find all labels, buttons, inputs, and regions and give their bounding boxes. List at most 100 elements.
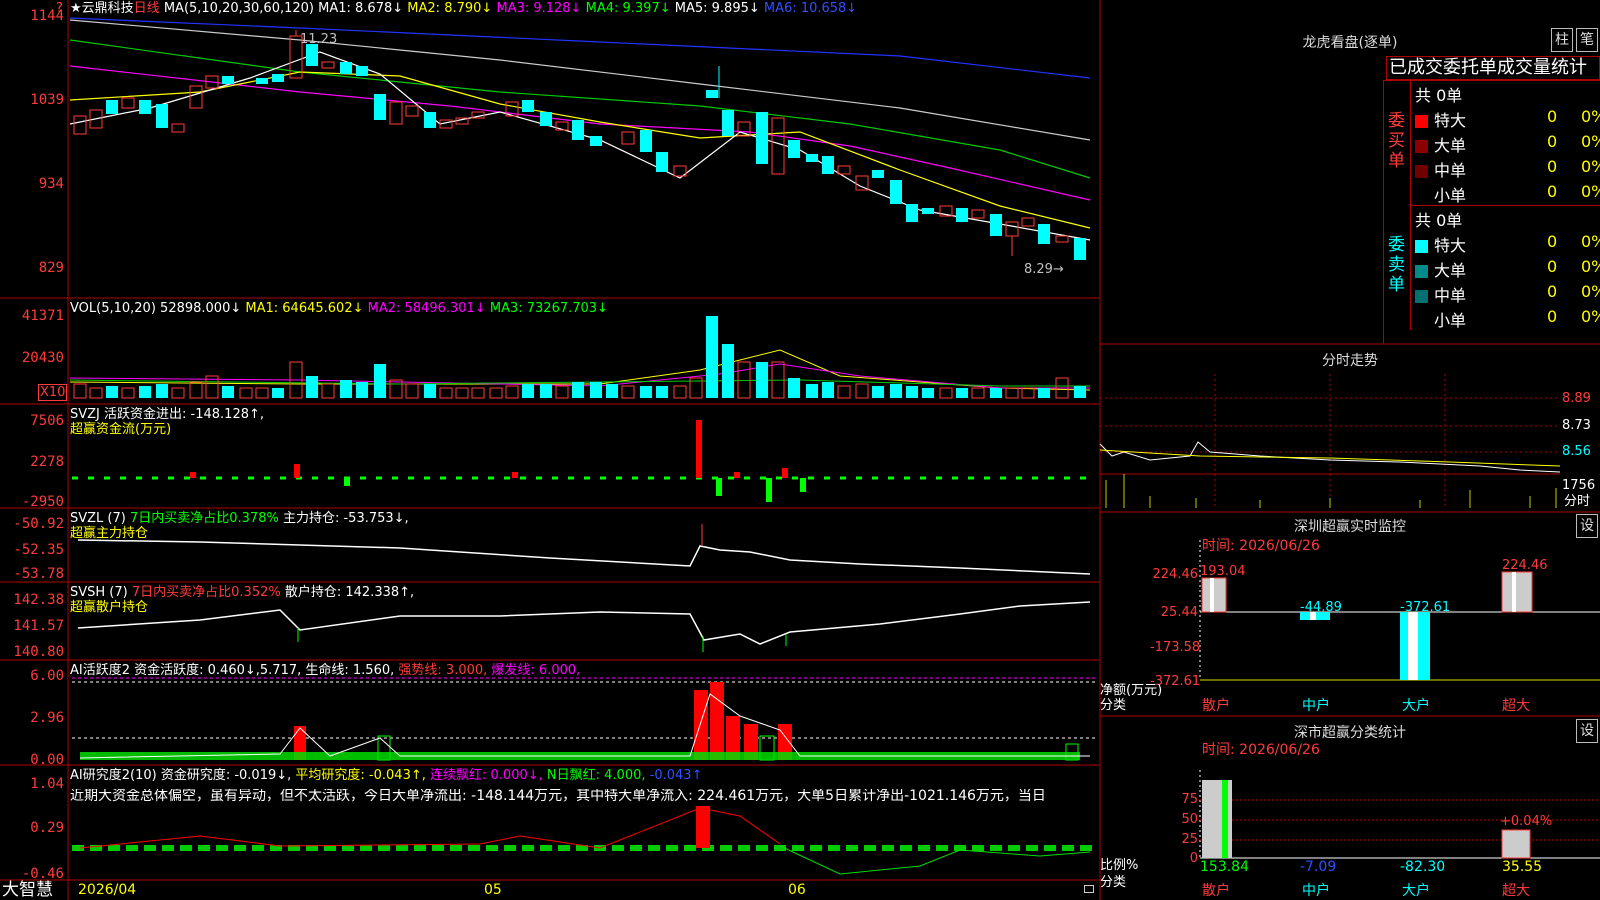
sz-monitor-tick: 25.44 [1160, 605, 1198, 620]
svzl-axis-tick: -52.35 [13, 542, 64, 558]
svsh-header: SVSH (7) 7日内买卖净占比0.352% 散户持仓: 142.338↑, [70, 585, 414, 600]
intraday-title[interactable]: 分时走势 [1250, 350, 1450, 370]
buy-row-xl: 特大00% [1415, 107, 1600, 131]
ma3-value: MA3: 9.128↓ [496, 1, 582, 16]
ma1-value: MA1: 8.678↓ [318, 1, 404, 16]
color-swatch [1415, 190, 1428, 203]
color-swatch [1415, 315, 1428, 328]
ai-research-label[interactable]: AI研究度2(10) [70, 768, 157, 783]
sz-bar-label: 散户 [1202, 698, 1230, 714]
svzj-axis-tick: 7506 [30, 413, 64, 429]
favorite-star-icon[interactable]: ★ [70, 1, 82, 16]
ai-active-axis-tick: 6.00 [30, 668, 64, 684]
price-axis-tick: 1039 [30, 92, 64, 108]
price-axis-tick: 934 [38, 176, 64, 192]
sz-class-ylabel: 比例% [1100, 858, 1139, 873]
svsh-label[interactable]: SVSH (7) [70, 585, 128, 600]
vol-label[interactable]: VOL(5,10,20) [70, 301, 156, 316]
svzl-label[interactable]: SVZL (7) [70, 511, 126, 526]
sz-bar-label: 超大 [1502, 698, 1530, 714]
color-swatch [1415, 290, 1428, 303]
intraday-plot [1099, 374, 1561, 508]
intraday-tick: 8.56 [1562, 444, 1591, 459]
ai-active-label[interactable]: AI活跃度2 [70, 663, 130, 678]
svzl-header: SVZL (7) 7日内买卖净占比0.378% 主力持仓: -53.753↓, [70, 511, 409, 526]
color-swatch [1415, 265, 1428, 278]
sz-class-bar-label: 散户 [1202, 883, 1230, 899]
buy-side-label: 委买单 [1388, 111, 1405, 171]
vol-unit-label: X10 [38, 384, 68, 401]
ai-avg-research: 平均研究度: -0.043↑, [295, 768, 426, 783]
sz-class-settings-button[interactable]: 设 [1576, 719, 1598, 743]
sz-monitor-tick: -173.58 [1150, 640, 1201, 655]
low-price-label: 8.29→ [1024, 262, 1064, 277]
sz-bar-value: 193.04 [1200, 564, 1246, 579]
sz-class-time: 时间: 2026/06/26 [1202, 742, 1320, 758]
sz-bar-value: -44.89 [1300, 600, 1342, 615]
svsh-axis-tick: 142.38 [13, 592, 64, 608]
ai-active-bars [72, 677, 1095, 761]
intraday-tick: 8.89 [1562, 391, 1591, 406]
order-stats-box: 委买单 共 0单 特大00% 大单00% 中单00% 小单00% 委卖单 共 0… [1383, 80, 1600, 343]
svzl-subtitle: 超赢主力持仓 [70, 526, 149, 541]
ai-research-header: AI研究度2(10) 资金研究度: -0.019↓, 平均研究度: -0.043… [70, 768, 702, 783]
svzj-label[interactable]: SVZJ [70, 407, 100, 422]
intraday-unit: 分时 [1564, 494, 1591, 509]
sz-bar-value: 224.46 [1502, 558, 1548, 573]
vol-ma1: MA1: 64645.602↓ [245, 301, 364, 316]
ai-research-extra: -0.043↑ [649, 768, 703, 783]
svsh-ratio: 7日内买卖净占比0.352% [131, 585, 281, 600]
intraday-tick: 8.73 [1562, 418, 1591, 433]
buy-row-m: 中单00% [1415, 157, 1600, 181]
sz-class-bar-value: -7.09 [1300, 859, 1337, 875]
bar-mode-button[interactable]: 柱 [1551, 28, 1573, 52]
color-swatch [1415, 140, 1428, 153]
color-swatch [1415, 240, 1428, 253]
svzj-value: 活跃资金进出: -148.128↑, [104, 407, 265, 422]
sz-monitor-title: 深圳超赢实时监控 [1294, 519, 1406, 535]
ai-research-comment: 近期大资金总体偏空，虽有异动，但不太活跃，今日大单净流出: -148.144万元… [70, 789, 1046, 804]
sz-class-bar-label: 中户 [1302, 883, 1330, 899]
ai-active-value: 资金活跃度: 0.460↓,5.717, [134, 663, 302, 678]
ai-active-axis-tick: 2.96 [30, 710, 64, 726]
sz-class-title: 深市超赢分类统计 [1294, 725, 1406, 741]
sz-class-pct-label: +0.04% [1500, 814, 1553, 829]
price-axis-tick: 829 [38, 260, 64, 276]
lock-icon[interactable] [1084, 885, 1094, 893]
buy-row-s: 小单00% [1415, 182, 1600, 206]
stock-name[interactable]: 云鼎科技 [82, 1, 134, 16]
svzl-axis-tick: -50.92 [13, 516, 64, 532]
candles [73, 30, 1086, 260]
svzl-value: 主力持仓: -53.753↓, [282, 511, 409, 526]
sell-total: 共 0单 [1415, 211, 1463, 230]
date-axis-june: 06 [788, 882, 806, 898]
svzj-header: SVZJ 活跃资金进出: -148.128↑, [70, 407, 264, 422]
color-swatch [1415, 165, 1428, 178]
sz-class-xlabel: 分类 [1100, 875, 1127, 890]
vol-header: VOL(5,10,20) 52898.000↓ MA1: 64645.602↓ … [70, 301, 608, 316]
svzl-line [77, 524, 1091, 575]
sell-row-xl: 特大00% [1415, 232, 1600, 256]
vol-axis-tick: 41371 [21, 308, 64, 324]
sz-class-bar-value: 35.55 [1502, 859, 1543, 875]
sz-monitor-settings-button[interactable]: 设 [1576, 514, 1598, 538]
svzj-bars [72, 420, 1095, 502]
period-label[interactable]: 日线 [134, 1, 160, 16]
ai-active-axis-tick: 0.00 [30, 752, 64, 768]
tick-mode-button[interactable]: 笔 [1576, 28, 1598, 52]
svzj-axis-tick: -2950 [21, 494, 64, 510]
sz-monitor-ylabel: 净额(万元) [1100, 683, 1163, 698]
ai-active-header: AI活跃度2 资金活跃度: 0.460↓,5.717, 生命线: 1.560, … [70, 663, 580, 678]
brand-logo[interactable]: 大智慧 [2, 881, 53, 900]
svsh-subtitle: 超赢散户持仓 [70, 600, 149, 615]
sz-monitor-xlabel: 分类 [1100, 698, 1127, 713]
sz-class-tick: 25 [1181, 832, 1198, 847]
svsh-value: 散户持仓: 142.338↑, [284, 585, 415, 600]
sz-class-tick: 0 [1189, 851, 1198, 866]
price-axis-tick: 1144 [30, 8, 64, 24]
ma-params[interactable]: MA(5,10,20,30,60,120) [164, 1, 314, 16]
ma2-value: MA2: 8.790↓ [407, 1, 493, 16]
sell-block: 共 0单 特大00% 大单00% 中单00% 小单00% [1410, 206, 1600, 330]
sell-side-label: 委卖单 [1388, 235, 1405, 295]
sell-row-l: 大单00% [1415, 257, 1600, 281]
